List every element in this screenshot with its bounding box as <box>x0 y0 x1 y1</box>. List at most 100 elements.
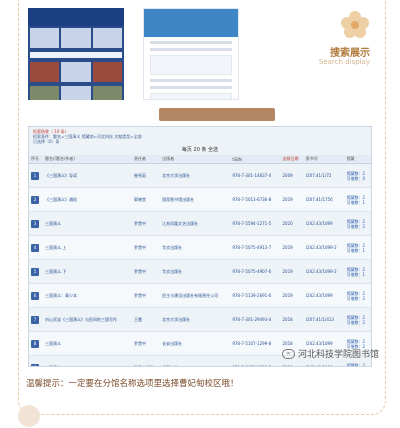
cell-title[interactable]: 三国演义 <box>45 365 61 367</box>
cell-title[interactable]: 三国演义 <box>45 221 61 226</box>
column-header[interactable]: 题名/(题名/作者) <box>43 155 133 164</box>
cell-title[interactable]: 《三国演义》通俗 <box>45 197 77 202</box>
table-row[interactable]: 2 《三国演义》通俗 郭晓堂 国家图书馆出版社 978-7-5013-6736-8 201… <box>29 187 371 212</box>
cell-author: 罗贯中 <box>134 244 147 250</box>
table-row[interactable]: 1 《三国演义》导读 崔秀茹 北京大学出版社 978-7-301-14837-4 2009… <box>29 163 371 188</box>
cell-year: 2019 <box>282 269 293 274</box>
cell-year: 2019 <box>282 197 293 202</box>
cell-call: I242.43/1099-2 <box>305 245 337 250</box>
row-number: 7 <box>31 315 39 324</box>
row-number: 5 <box>31 267 39 276</box>
cell-author: 罗贯中 <box>134 220 147 226</box>
pager[interactable]: 每页 20 条 全选 <box>29 144 371 155</box>
table-row[interactable]: 6 三国演义：青少本 罗贯中 民主与建设出版社有限责任公司 978-7-5139-269… <box>29 283 371 308</box>
search-display-title: 搜索展示 <box>330 48 370 59</box>
holding-status[interactable]: 馆藏数：2 <box>347 363 369 367</box>
row-number: 1 <box>31 171 39 180</box>
search-display-subtitle: Search display <box>318 58 370 66</box>
cell-year: 2018 <box>283 365 293 366</box>
cell-call: I242.43/1099 <box>305 341 333 346</box>
row-number: 8 <box>31 339 39 348</box>
cell-call: I242.43/1099-2 <box>305 269 337 274</box>
cell-title[interactable]: 刘心武谈《三国演义》与民间的三国写作 <box>45 317 117 322</box>
column-header[interactable]: 出版日期 <box>280 155 304 164</box>
cell-author: 崔秀茹 <box>134 172 147 178</box>
holding-status[interactable]: 可借数：1 <box>347 248 369 253</box>
watermark: ∞ 河北科技学院图书馆 <box>282 347 379 360</box>
holding-status[interactable]: 可借数：0 <box>347 176 369 181</box>
column-header[interactable]: 责任者 <box>132 155 161 164</box>
cell-year: 2018 <box>282 341 293 346</box>
cell-title[interactable]: 《三国演义》导读 <box>45 173 77 178</box>
cell-author: 王雷 <box>134 316 143 322</box>
column-header[interactable]: 序号 <box>29 155 44 164</box>
cell-isbn: 978-7-301-29493-4 <box>232 317 272 322</box>
cell-year: 2018 <box>282 317 293 322</box>
holding-status[interactable]: 可借数：1 <box>347 272 369 277</box>
cell-title[interactable]: 三国演义：青少本 <box>45 293 77 298</box>
cell-call: I242.43/1099 <box>305 221 333 226</box>
table-row[interactable]: 5 三国演义.下 罗贯中 华文出版社 978-7-5075-4907-6 2019 I242… <box>29 259 371 284</box>
row-number: 3 <box>31 219 39 228</box>
tip-text: 温馨提示：一定要在分馆名称选项里选择曹妃甸校区哦！ <box>26 379 239 389</box>
cell-publisher: 北京大学出版社 <box>162 172 191 178</box>
cell-publisher: 华文出版社 <box>162 268 183 274</box>
cell-year: 2020 <box>282 221 293 226</box>
opac-page-thumbnail <box>143 8 239 100</box>
cell-title[interactable]: 三国演义.下 <box>45 269 66 274</box>
cell-title[interactable]: 三国演义 <box>45 341 61 346</box>
row-number: 4 <box>31 243 39 252</box>
cell-call: I242.43/1099 <box>305 293 333 298</box>
cell-publisher: 长安出版社 <box>162 340 183 346</box>
cell-call: I207.41/1/72 <box>305 173 332 178</box>
row-number: 6 <box>31 291 39 300</box>
row-number: 9 <box>31 363 39 366</box>
table-row[interactable]: 4 三国演义.上 罗贯中 华文出版社 978-7-5075-4913-7 2019 I242… <box>29 235 371 260</box>
cell-isbn: 978-7-5075-4913-7 <box>232 245 272 250</box>
cell-publisher: 国家图书馆出版社 <box>162 196 195 202</box>
cell-publisher: 华文出版社 <box>162 244 183 250</box>
cell-isbn: 978-7-301-14837-4 <box>232 173 272 178</box>
cell-isbn: 978-7-5013-6736-8 <box>232 197 272 202</box>
holding-status[interactable]: 可借数：1 <box>347 200 369 205</box>
cell-year: 2009 <box>282 173 293 178</box>
results-table: 序号 题名/(题名/作者) 责任者 出版者 ISBN 出版日期 索书号 馆藏 1 《三国演义》导… <box>29 155 371 367</box>
cell-isbn: 978-7-5107-1299-8 <box>232 341 272 346</box>
cell-year: 2019 <box>282 245 293 250</box>
library-homepage-thumbnail <box>28 8 124 100</box>
column-header[interactable]: 出版者 <box>160 155 231 164</box>
search-results-panel: 检索结果（ 10 条） 检索条件：题名=三国演义 馆藏地=河北科技 文献类型=全… <box>28 126 372 367</box>
column-header[interactable]: 索书号 <box>303 155 345 164</box>
flower-icon <box>341 11 369 38</box>
row-number: 2 <box>31 195 39 204</box>
table-row[interactable]: 3 三国演义 罗贯中 江苏凤凰文艺出版社 978-7-5594-1271-5 2020 I2… <box>29 211 371 236</box>
cell-title[interactable]: 三国演义.上 <box>45 245 66 250</box>
column-header[interactable]: 馆藏 <box>344 155 371 164</box>
cell-isbn: 978-7-5458-1601-3 <box>232 365 271 366</box>
cell-isbn: 978-7-5075-4907-6 <box>232 269 272 274</box>
cell-year: 2019 <box>282 293 293 298</box>
holding-status[interactable]: 可借数：2 <box>347 320 369 325</box>
wechat-icon: ∞ <box>282 348 295 359</box>
cell-publisher: 民主与建设出版社有限责任公司 <box>162 292 219 298</box>
cell-publisher: 北京大学出版社 <box>162 316 191 322</box>
table-row[interactable]: 7 刘心武谈《三国演义》与民间的三国写作 王雷 北京大学出版社 978-7-301-29… <box>29 307 371 332</box>
section-bar <box>159 108 275 121</box>
cell-author: 罗贯中评改 <box>134 364 155 367</box>
cell-publisher: 江苏凤凰文艺出版社 <box>162 220 199 226</box>
decorative-dot <box>18 405 40 427</box>
cell-author: 罗贯中 <box>134 268 147 274</box>
cell-call: I242.43/1099 <box>306 365 333 366</box>
watermark-text: 河北科技学院图书馆 <box>298 350 380 360</box>
column-header[interactable]: ISBN <box>230 155 281 164</box>
cell-isbn: 978-7-5139-2691-6 <box>232 293 272 298</box>
cell-author: 罗贯中 <box>134 292 147 298</box>
cell-author: 罗贯中 <box>134 340 147 346</box>
cell-publisher: 岳麓书社 <box>162 364 179 367</box>
cell-isbn: 978-7-5594-1271-5 <box>232 221 272 226</box>
holding-status[interactable]: 可借数：2 <box>347 296 369 301</box>
cell-call: I207.41/1/413 <box>305 317 334 322</box>
holding-status[interactable]: 可借数：2 <box>347 224 369 229</box>
cell-author: 郭晓堂 <box>134 196 147 202</box>
cell-call: I207.41/1756 <box>305 197 333 202</box>
